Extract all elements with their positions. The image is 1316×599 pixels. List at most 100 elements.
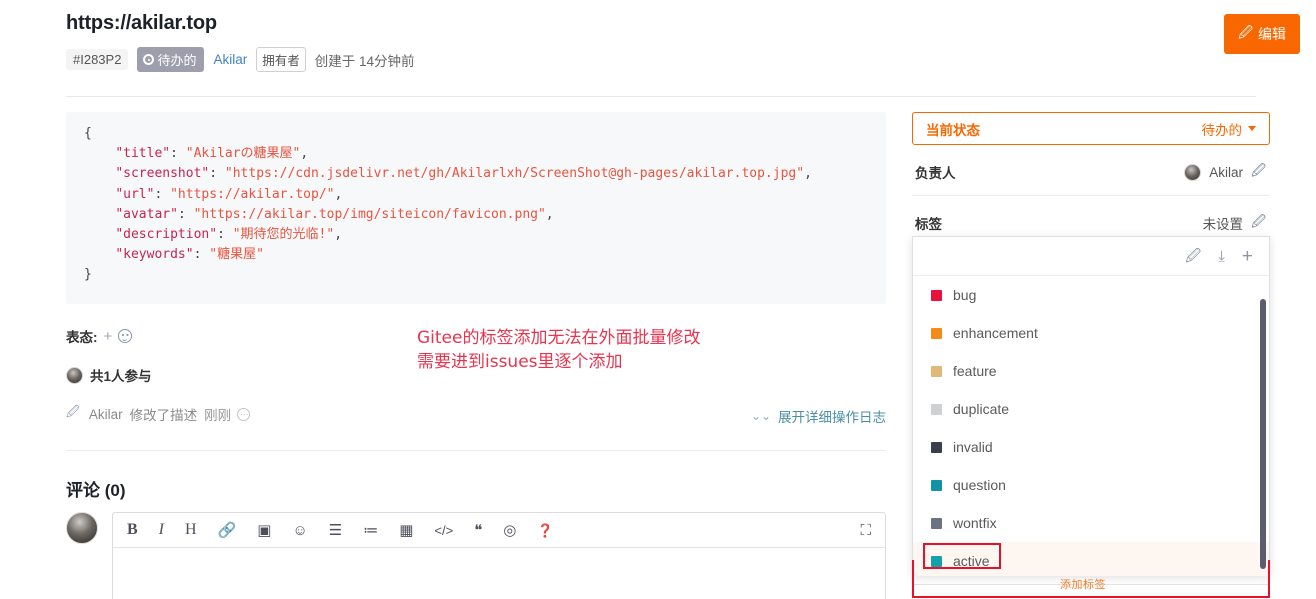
italic-icon[interactable]: I xyxy=(159,522,164,538)
code-key-0: "title" xyxy=(115,146,171,162)
bold-icon[interactable]: B xyxy=(127,522,138,538)
label-list: bug enhancement feature duplicate invali… xyxy=(913,276,1269,576)
participants-label: 共1人参与 xyxy=(90,369,152,384)
add-reaction-icon[interactable]: + xyxy=(104,328,113,345)
heading-icon[interactable]: H xyxy=(185,522,197,538)
emoji-smiley-icon[interactable] xyxy=(118,329,133,343)
avatar xyxy=(66,366,83,384)
created-time: 创建于 14分钟前 xyxy=(314,53,415,69)
quote-icon[interactable]: ❝ xyxy=(474,523,482,538)
code-brace-close: } xyxy=(84,267,92,283)
label-item-question[interactable]: question xyxy=(913,466,1269,504)
edit-icon[interactable]: 🖉 xyxy=(1185,249,1201,264)
edit-button-label: 编辑 xyxy=(1258,26,1286,42)
activity-action: 修改了描述 xyxy=(129,408,198,423)
label-item-label: enhancement xyxy=(953,325,1038,341)
label-item-feature[interactable]: feature xyxy=(913,352,1269,390)
image-icon[interactable]: ▣ xyxy=(257,523,271,538)
code-val-1: "https://cdn.jsdelivr.net/gh/Akilarlxh/S… xyxy=(224,166,805,182)
activity-more-icon[interactable] xyxy=(237,407,251,421)
label-color-swatch xyxy=(931,555,942,567)
code-key-4: "description" xyxy=(115,227,218,243)
issue-id-badge: #I283P2 xyxy=(66,49,129,70)
annotation-note: Gitee的标签添加无法在外面批量修改 需要进到issues里逐个添加 xyxy=(417,328,701,372)
code-val-5: "糖果屋" xyxy=(209,247,264,263)
status-ring-icon xyxy=(143,54,155,65)
activity-time: 刚刚 xyxy=(204,408,232,423)
bullet-list-icon[interactable]: ☰ xyxy=(329,523,342,538)
edit-labels-icon[interactable]: 🖉 xyxy=(1251,211,1266,235)
comments-divider xyxy=(66,450,886,451)
add-icon[interactable]: + xyxy=(1242,247,1253,266)
numbered-list-icon[interactable]: ≔ xyxy=(363,523,378,538)
label-item-wontfix[interactable]: wontfix xyxy=(913,504,1269,542)
issue-detail-page: https://akilar.top #I283P2 待办的 Akilar 拥有… xyxy=(0,0,1316,599)
status-badge[interactable]: 待办的 xyxy=(137,47,205,72)
import-icon[interactable]: ⤓ xyxy=(1218,249,1225,264)
label-item-label: active xyxy=(953,553,990,569)
edit-button[interactable]: 🖉 编辑 xyxy=(1224,14,1300,54)
sidebar-divider xyxy=(912,195,1270,196)
edit-pencil-icon: 🖉 xyxy=(1238,24,1253,40)
labels-label: 标签 xyxy=(915,217,942,232)
label-dropdown-header: 🖉 ⤓ + xyxy=(913,237,1269,276)
label-item-invalid[interactable]: invalid xyxy=(913,428,1269,466)
current-state-field[interactable]: 当前状态 待办的 xyxy=(912,112,1270,145)
table-icon[interactable]: ▦ xyxy=(399,523,413,538)
page-title: https://akilar.top xyxy=(66,12,217,34)
issue-description-code: { "title": "Akilarの糖果屋", "screenshot": "… xyxy=(66,112,886,304)
pencil-icon: 🖉 xyxy=(66,404,80,419)
assignee-name: Akilar xyxy=(1209,164,1244,180)
comment-textarea[interactable] xyxy=(113,548,885,599)
label-item-active[interactable]: active xyxy=(913,542,1269,576)
code-val-0: "Akilarの糖果屋" xyxy=(185,146,301,162)
expand-detail-log-label: 展开详细操作日志 xyxy=(778,410,886,425)
chevron-double-down-icon: ⌄⌄ xyxy=(750,409,771,423)
editor-toolbar: B I H 🔗 ▣ ☺ ☰ ≔ ▦ </> ❝ ◎ ❓ ⛶ xyxy=(113,513,885,548)
labels-value: 未设置 xyxy=(1202,217,1244,232)
assignee-label: 负责人 xyxy=(915,166,956,181)
label-item-duplicate[interactable]: duplicate xyxy=(913,390,1269,428)
activity-author[interactable]: Akilar xyxy=(89,407,123,422)
fullscreen-icon[interactable]: ⛶ xyxy=(860,523,871,538)
issue-sidebar: 当前状态 待办的 负责人 Akilar 🖉 标签 未设置 🖉 xyxy=(912,112,1270,240)
label-list-scrollbar[interactable] xyxy=(1260,299,1266,569)
label-color-swatch xyxy=(931,365,942,377)
code-val-2: "https://akilar.top/" xyxy=(170,186,335,202)
label-color-swatch xyxy=(931,289,942,301)
status-badge-label: 待办的 xyxy=(157,53,197,68)
help-icon[interactable]: ❓ xyxy=(537,524,553,537)
label-item-label: duplicate xyxy=(953,401,1010,417)
obscured-orange-text: 添加标签 xyxy=(1060,579,1106,591)
emoji-icon[interactable]: ☺ xyxy=(292,523,307,538)
current-state-label: 当前状态 xyxy=(926,122,980,138)
reactions-label: 表态: xyxy=(66,330,98,345)
expand-detail-log-link[interactable]: ⌄⌄ 展开详细操作日志 xyxy=(751,406,886,426)
code-key-2: "url" xyxy=(115,186,155,202)
assignee-row: 负责人 Akilar 🖉 xyxy=(912,155,1270,189)
avatar xyxy=(1184,163,1202,181)
issue-body-column: { "title": "Akilarの糖果屋", "screenshot": "… xyxy=(66,112,886,425)
label-item-label: invalid xyxy=(953,439,993,455)
code-icon[interactable]: </> xyxy=(434,524,453,537)
code-comma-2: , xyxy=(334,186,343,202)
assignee-value-wrap: Akilar 🖉 xyxy=(1184,160,1266,184)
label-item-enhancement[interactable]: enhancement xyxy=(913,314,1269,352)
code-comma-4: , xyxy=(334,227,343,243)
edit-assignee-icon[interactable]: 🖉 xyxy=(1251,160,1266,184)
label-item-label: feature xyxy=(953,363,997,379)
comments-heading: 评论 (0) xyxy=(66,481,126,500)
preview-eye-icon[interactable]: ◎ xyxy=(503,523,516,538)
labels-row: 标签 未设置 🖉 xyxy=(912,206,1270,240)
code-comma-0: , xyxy=(300,146,309,162)
issue-author-link[interactable]: Akilar xyxy=(213,52,247,67)
code-key-1: "screenshot" xyxy=(115,166,210,182)
label-item-label: bug xyxy=(953,287,977,303)
current-state-value-wrap[interactable]: 待办的 xyxy=(1202,119,1256,139)
label-item-bug[interactable]: bug xyxy=(913,276,1269,314)
label-item-label: wontfix xyxy=(953,515,997,531)
label-item-label: question xyxy=(953,477,1006,493)
comment-editor: B I H 🔗 ▣ ☺ ☰ ≔ ▦ </> ❝ ◎ ❓ ⛶ xyxy=(66,512,886,599)
link-icon[interactable]: 🔗 xyxy=(218,523,237,538)
code-comma-1: , xyxy=(804,166,812,182)
